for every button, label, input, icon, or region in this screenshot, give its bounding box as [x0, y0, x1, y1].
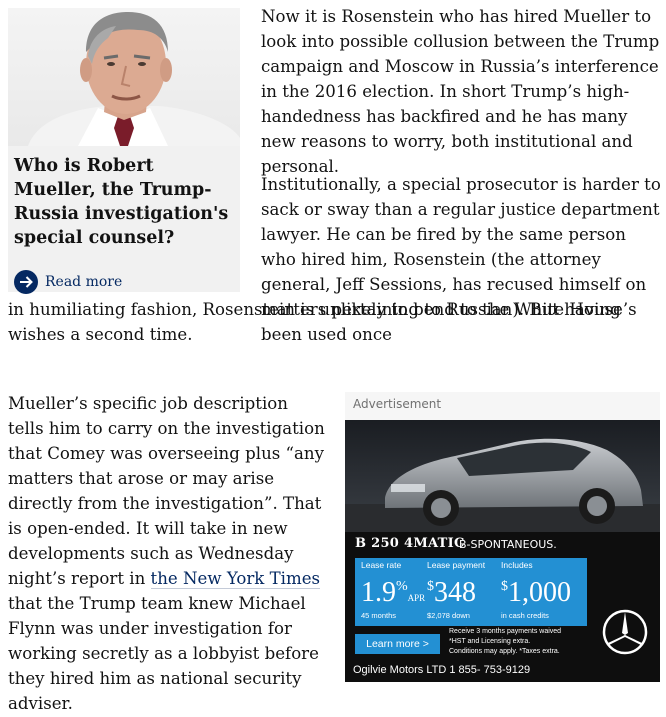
lease-payment-value: $348	[427, 578, 476, 608]
paragraph-3-text-before: Mueller’s specific job description tells…	[8, 394, 325, 588]
lease-rate-apr: APR	[407, 593, 426, 603]
includes-header: Includes	[501, 560, 533, 570]
advertisement-slot: Advertisement B 250 4MATIC B-SPONTANEOUS…	[345, 392, 660, 682]
car-model: B 250 4MATIC	[355, 536, 465, 551]
article-paragraph-1: Now it is Rosenstein who has hired Muell…	[261, 7, 660, 176]
explainer-title[interactable]: Who is Robert Mueller, the Trump-Russia …	[14, 154, 234, 250]
dealer-contact: Ogilvie Motors LTD 1 855- 753-9129	[353, 664, 531, 676]
lease-payment-dollar: $	[427, 579, 434, 594]
mercedes-star-logo-icon	[602, 609, 648, 655]
explainer-card[interactable]: Who is Robert Mueller, the Trump-Russia …	[8, 8, 240, 294]
article-paragraph-2-full: in humiliating fashion, Rosenstein is un…	[8, 300, 637, 344]
ad-fine-print: Receive 3 months payments waived *HST an…	[449, 627, 599, 657]
lease-rate-percent: %	[396, 579, 408, 594]
learn-more-button[interactable]: Learn more >	[355, 634, 440, 654]
fine-print-line-3: Conditions may apply. *Taxes extra.	[449, 648, 560, 655]
mercedes-ad-banner[interactable]: B 250 4MATIC B-SPONTANEOUS. Lease rate 1…	[345, 420, 660, 682]
paragraph-3-text-after: that the Trump team knew Michael Flynn w…	[8, 594, 319, 713]
lease-rate-header: Lease rate	[361, 560, 402, 570]
lease-payment-down: $2,078 down	[427, 611, 470, 620]
car-image	[345, 420, 660, 532]
read-more-label: Read more	[45, 274, 123, 290]
lease-rate-term: 45 months	[361, 611, 397, 620]
includes-cash-credits: in cash credits	[501, 611, 549, 620]
new-york-times-link[interactable]: the New York Times	[150, 569, 321, 589]
lease-payment-number: 348	[434, 577, 476, 608]
advertisement-label: Advertisement	[353, 397, 442, 411]
robert-mueller-photo	[8, 8, 240, 146]
lease-rate-number: 1.9	[361, 577, 396, 608]
includes-number: 1,000	[508, 577, 571, 608]
read-more-link[interactable]: Read more	[14, 270, 122, 294]
lease-payment-header: Lease payment	[427, 560, 486, 570]
article-paragraph-3: Mueller’s specific job description tells…	[8, 391, 328, 716]
includes-value: $1,000	[501, 578, 571, 608]
includes-dollar: $	[501, 579, 508, 594]
fine-print-line-1: Receive 3 months payments waived	[449, 628, 562, 635]
lease-rate-value: 1.9%APR	[361, 578, 425, 613]
ad-tagline: B-SPONTANEOUS.	[459, 538, 557, 551]
lease-offer-box: Lease rate 1.9%APR 45 months Lease payme…	[355, 558, 587, 626]
arrow-right-circle-icon	[14, 270, 38, 294]
fine-print-line-2: *HST and Licensing extra.	[449, 638, 531, 645]
